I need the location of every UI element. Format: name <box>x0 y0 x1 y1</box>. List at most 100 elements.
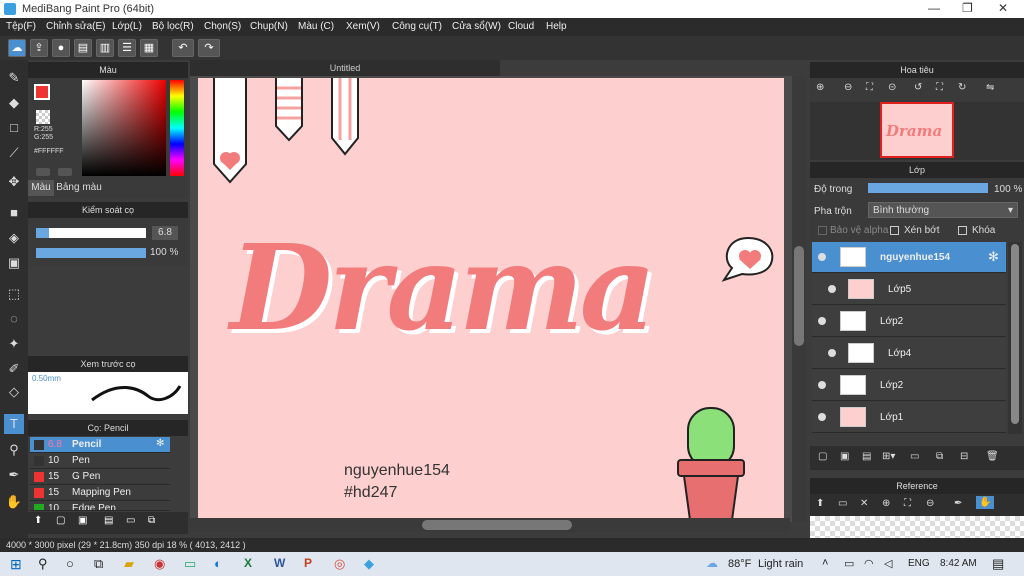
wifi-icon[interactable]: ◠ <box>864 557 874 570</box>
select-pen-icon[interactable]: ✐ <box>4 359 24 379</box>
clip-checkbox[interactable] <box>890 226 899 235</box>
tab-untitled[interactable]: Untitled <box>190 60 500 76</box>
powerpoint-icon[interactable]: P <box>304 556 312 570</box>
list-icon[interactable]: ☰ <box>118 39 136 57</box>
rotate-right-icon[interactable]: ↻ <box>958 82 966 93</box>
monitor-icon[interactable]: ▭ <box>184 556 196 572</box>
canvas-horizontal-scrollbar[interactable] <box>190 518 790 532</box>
hue-slider[interactable] <box>170 80 184 176</box>
zoom-in-icon[interactable]: ⊕ <box>882 498 890 509</box>
scrollbar-thumb[interactable] <box>1011 244 1019 424</box>
cloud-icon[interactable]: ☁ <box>8 39 26 57</box>
fill-rect-tool-icon[interactable]: ■ <box>4 203 24 223</box>
search-icon[interactable]: ⚲ <box>38 556 48 572</box>
layer-item-lop2[interactable]: Lớp2 <box>812 306 1006 337</box>
menu-color[interactable]: Màu (C) <box>298 21 334 32</box>
grid-icon[interactable]: ▦ <box>140 39 158 57</box>
duplicate-icon[interactable]: ⧉ <box>936 451 943 462</box>
windows-start-icon[interactable]: ⊞ <box>10 556 22 573</box>
word-icon[interactable]: W <box>274 556 285 570</box>
menu-capture[interactable]: Chụp(N) <box>250 21 288 32</box>
add-layer-menu-icon[interactable]: ⊞▾ <box>882 451 895 462</box>
layer-opacity-slider[interactable] <box>868 183 988 193</box>
eraser-tool-icon[interactable]: ◆ <box>4 93 24 113</box>
protect-alpha-checkbox[interactable] <box>818 226 827 235</box>
new-layer-8bit-icon[interactable]: ▣ <box>840 451 849 462</box>
tab-color[interactable]: Màu <box>28 180 54 196</box>
file-explorer-icon[interactable]: ▰ <box>124 556 134 572</box>
menu-edit[interactable]: Chỉnh sửa(E) <box>46 21 106 32</box>
scrollbar-thumb[interactable] <box>422 520 572 530</box>
blend-mode-select[interactable]: Bình thường ▾ <box>868 202 1018 218</box>
excel-icon[interactable]: X <box>244 556 252 570</box>
visibility-icon[interactable] <box>818 317 826 325</box>
close-icon[interactable]: ✕ <box>998 1 1008 15</box>
gear-icon[interactable]: ✻ <box>988 249 999 265</box>
text-tool-icon[interactable]: T <box>4 414 24 434</box>
visibility-icon[interactable] <box>818 413 826 421</box>
cloud-upload-icon[interactable]: ⬆ <box>34 515 42 526</box>
new-layer-1bit-icon[interactable]: ▤ <box>862 451 871 462</box>
lock-checkbox[interactable] <box>958 226 967 235</box>
gear-icon[interactable]: ✻ <box>156 438 164 449</box>
cloud-upload-icon[interactable]: ⬆ <box>816 498 824 509</box>
zoom-in-icon[interactable]: ⊕ <box>816 82 824 93</box>
visibility-icon[interactable] <box>828 349 836 357</box>
volume-icon[interactable]: ◁ <box>884 557 892 570</box>
folder-icon[interactable]: ▭ <box>910 451 919 462</box>
brush-item-pen[interactable]: 10 Pen <box>30 453 170 469</box>
new-brush-icon[interactable]: ▢ <box>56 515 65 526</box>
brush-item-gpen[interactable]: 15 G Pen <box>30 469 170 485</box>
task-view-icon[interactable]: ⧉ <box>94 556 103 572</box>
layer-item-lop1[interactable]: Lớp1 <box>812 402 1006 433</box>
bucket-tool-icon[interactable]: ◈ <box>4 228 24 248</box>
add-brush-icon[interactable]: ▣ <box>78 515 87 526</box>
canvas-document[interactable]: Drama nguyenhue154 #hd247 <box>198 78 784 518</box>
tab-palette[interactable]: Bảng màu <box>56 180 102 196</box>
select-rect-icon[interactable]: ⬚ <box>4 284 24 304</box>
comment-icon[interactable]: ● <box>52 39 70 57</box>
brush-size-value[interactable]: 6.8 <box>152 226 178 240</box>
undo-icon[interactable]: ↶ <box>172 39 194 57</box>
brush-size-slider[interactable] <box>36 228 146 238</box>
line-tool-icon[interactable]: ⟋ <box>4 143 24 163</box>
brush-item-mapping-pen[interactable]: 15 Mapping Pen <box>30 485 170 501</box>
language-indicator[interactable]: ENG <box>908 558 930 569</box>
color-prev-button[interactable] <box>36 168 50 176</box>
visibility-icon[interactable] <box>828 285 836 293</box>
lasso-icon[interactable]: ◌ <box>4 309 24 329</box>
eyedropper-icon[interactable]: ✒ <box>4 465 24 485</box>
canvas-vertical-scrollbar[interactable] <box>792 76 806 522</box>
cortana-icon[interactable]: ○ <box>66 556 74 571</box>
navigator-preview[interactable]: Drama <box>810 102 1024 160</box>
chrome-icon[interactable]: ◎ <box>334 556 345 572</box>
folder-icon[interactable]: ▭ <box>126 515 135 526</box>
open-folder-icon[interactable]: ▭ <box>838 498 847 509</box>
menu-layer[interactable]: Lớp(L) <box>112 21 142 32</box>
layer-item-lop5[interactable]: Lớp5 <box>812 274 1006 305</box>
menu-help[interactable]: Help <box>546 21 567 32</box>
scrollbar-thumb[interactable] <box>794 246 804 346</box>
visibility-icon[interactable] <box>818 381 826 389</box>
minimize-icon[interactable]: — <box>928 1 940 15</box>
chat-icon[interactable]: ▤ <box>74 39 92 57</box>
move-tool-icon[interactable]: ✥ <box>4 172 24 192</box>
zoom-out-icon[interactable]: ⊖ <box>844 82 852 93</box>
select-eraser-icon[interactable]: ◇ <box>4 382 24 402</box>
menu-tools[interactable]: Công cụ(T) <box>392 21 442 32</box>
new-layer-icon[interactable]: ▢ <box>818 451 827 462</box>
shape-tool-icon[interactable]: □ <box>4 118 24 138</box>
flip-icon[interactable]: ⇋ <box>986 82 994 93</box>
brush-opacity-slider[interactable] <box>36 248 146 258</box>
document-icon[interactable]: ▥ <box>96 39 114 57</box>
layer-item-lop4[interactable]: Lớp4 <box>812 338 1006 369</box>
redo-icon[interactable]: ↷ <box>198 39 220 57</box>
transparent-swatch[interactable] <box>36 110 50 124</box>
app-icon-red[interactable]: ◉ <box>154 556 165 572</box>
fit-icon[interactable]: ⛶ <box>904 498 911 509</box>
rotate-left-icon[interactable]: ↺ <box>914 82 922 93</box>
weather-temp[interactable]: 88°F <box>728 558 751 570</box>
notification-icon[interactable]: ▤ <box>992 556 1004 572</box>
hand-tool-icon[interactable]: ✋ <box>4 492 24 512</box>
edge-icon[interactable]: ◐ <box>214 556 222 571</box>
